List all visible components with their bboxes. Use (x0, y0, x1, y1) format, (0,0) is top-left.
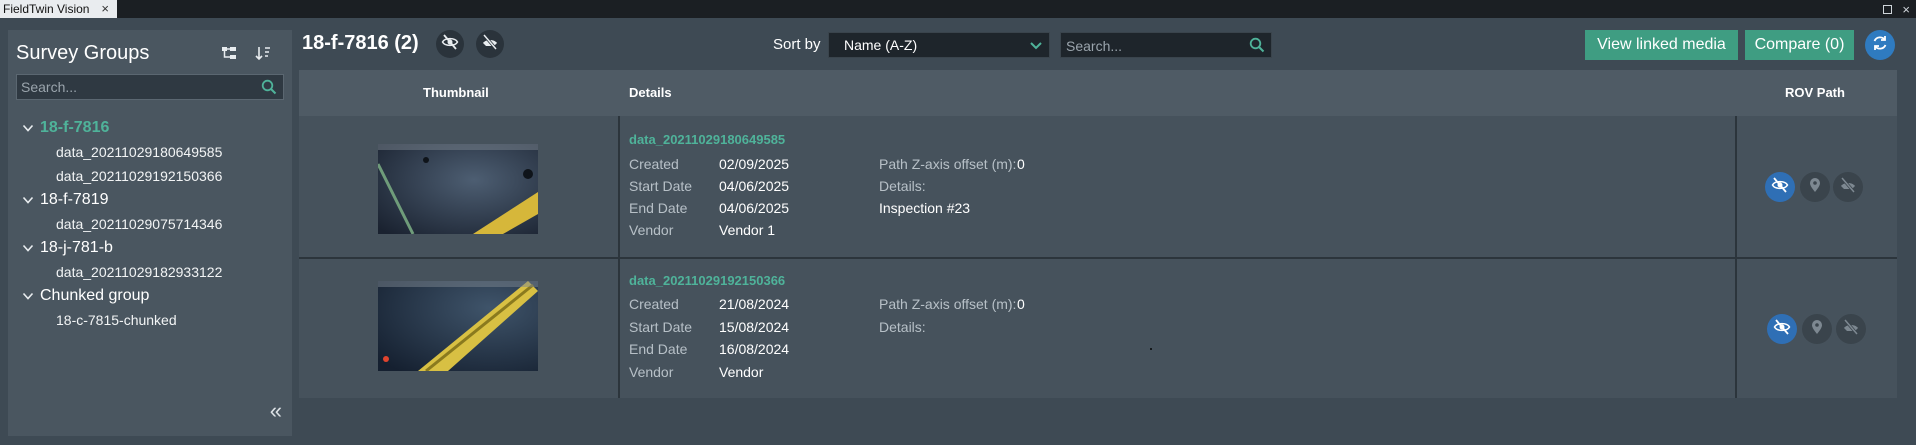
created-value: 21/08/2024 (719, 296, 790, 312)
title-bar: FieldTwin Vision × × (0, 0, 1916, 18)
maximize-icon[interactable] (1883, 4, 1893, 14)
details-value: Inspection #23 (879, 200, 971, 216)
chevron-down-icon[interactable] (16, 242, 40, 254)
created-label: Created (629, 156, 679, 172)
vendor-label: Vendor (629, 222, 674, 238)
path-off-icon (1842, 318, 1860, 341)
survey-group-label: 18-f-7819 (40, 191, 109, 208)
z-offset-value: 0 (1017, 156, 1025, 172)
view-linked-media-button[interactable]: View linked media (1585, 30, 1738, 60)
z-offset-label: Path Z-axis offset (m): (879, 156, 1017, 172)
sidebar-search (16, 74, 284, 100)
main-search (1060, 32, 1272, 58)
sidebar: Survey Groups 18-f-7816 data_202110291806… (8, 30, 292, 436)
end-date-label: End Date (629, 200, 688, 216)
sort-select[interactable]: Name (A-Z) (828, 32, 1050, 58)
rov-locate-button[interactable] (1800, 172, 1830, 202)
start-date-label: Start Date (629, 178, 693, 194)
main-search-input[interactable] (1066, 37, 1236, 55)
table-row[interactable]: data_20211029192150366 Created 21/08/202… (299, 259, 1897, 398)
location-pin-icon (1810, 319, 1824, 340)
survey-group[interactable]: 18-f-7816 (16, 116, 286, 140)
double-chevron-left-icon[interactable]: « (270, 398, 282, 424)
thumbnail-image[interactable] (376, 144, 538, 235)
column-details: Details (629, 85, 672, 100)
survey-group[interactable]: 18-f-7819 (16, 188, 286, 212)
rov-path-off-button[interactable] (1836, 314, 1866, 344)
z-offset-label: Path Z-axis offset (m): (879, 296, 1017, 312)
survey-group[interactable]: 18-j-781-b (16, 236, 286, 260)
rov-path-off-button[interactable] (1833, 172, 1863, 202)
eye-off-icon (1771, 176, 1789, 199)
survey-item[interactable]: data_20211029192150366 (16, 164, 286, 188)
path-off-icon (1839, 176, 1857, 199)
survey-group-label: Chunked group (40, 287, 150, 304)
refresh-button[interactable] (1865, 30, 1895, 60)
survey-item[interactable]: data_20211029182933122 (16, 260, 286, 284)
survey-group-label: 18-j-781-b (40, 239, 113, 256)
path-off-icon (481, 33, 499, 56)
z-offset-value: 0 (1017, 296, 1025, 312)
hide-all-button[interactable] (436, 30, 464, 58)
tab-close-icon[interactable]: × (101, 1, 109, 16)
end-date-label: End Date (629, 341, 688, 357)
eye-off-icon (1773, 318, 1791, 341)
sort-select-value: Name (A-Z) (844, 37, 918, 53)
end-date-value: 04/06/2025 (719, 200, 790, 216)
eye-off-icon (441, 33, 459, 56)
sort-icon[interactable] (254, 44, 272, 62)
rov-visibility-button[interactable] (1765, 172, 1795, 202)
survey-group[interactable]: Chunked group (16, 284, 286, 308)
hierarchy-icon[interactable] (220, 44, 238, 62)
compare-button[interactable]: Compare (0) (1745, 30, 1854, 60)
survey-name[interactable]: data_20211029192150366 (629, 273, 785, 288)
vendor-label: Vendor (629, 364, 674, 380)
start-date-value: 04/06/2025 (719, 178, 790, 194)
table-row[interactable]: data_20211029180649585 Created 02/09/202… (299, 116, 1897, 258)
survey-tree: 18-f-7816 data_20211029180649585 data_2021… (16, 116, 286, 332)
window-tab[interactable]: FieldTwin Vision × (0, 0, 117, 18)
hide-paths-button[interactable] (476, 30, 504, 58)
sidebar-title: Survey Groups (16, 42, 150, 64)
created-label: Created (629, 296, 679, 312)
start-date-value: 15/08/2024 (719, 319, 790, 335)
vendor-value: Vendor 1 (719, 222, 776, 238)
rov-visibility-button[interactable] (1767, 314, 1797, 344)
start-date-label: Start Date (629, 319, 693, 335)
chevron-down-icon[interactable] (16, 194, 40, 206)
thumbnail-image[interactable] (378, 281, 538, 373)
survey-item[interactable]: data_20211029180649585 (16, 140, 286, 164)
window-tab-title: FieldTwin Vision (3, 2, 90, 16)
vendor-value: Vendor (719, 364, 764, 380)
chevron-down-icon[interactable] (16, 290, 40, 302)
survey-name[interactable]: data_20211029180649585 (629, 132, 785, 147)
chevron-down-icon (1029, 38, 1043, 55)
search-icon[interactable] (261, 79, 277, 100)
survey-table: Thumbnail Details ROV Path data_20211029… (299, 70, 1897, 398)
end-date-value: 16/08/2024 (719, 341, 790, 357)
survey-item[interactable]: data_20211029075714346 (16, 212, 286, 236)
column-thumbnail: Thumbnail (423, 85, 489, 100)
details-label: Details: (879, 178, 926, 194)
sidebar-search-input[interactable] (21, 78, 251, 96)
page-title: 18-f-7816 (2) (302, 32, 419, 54)
details-label: Details: (879, 319, 926, 335)
column-rov-path: ROV Path (1785, 85, 1845, 100)
sort-label: Sort by (773, 36, 821, 53)
window-close-icon[interactable]: × (1902, 3, 1910, 16)
survey-item[interactable]: 18-c-7815-chunked (16, 308, 286, 332)
chevron-down-icon[interactable] (16, 122, 40, 134)
search-icon[interactable] (1249, 37, 1265, 58)
table-header: Thumbnail Details ROV Path (299, 70, 1897, 116)
rov-locate-button[interactable] (1802, 314, 1832, 344)
refresh-icon (1871, 34, 1889, 57)
created-value: 02/09/2025 (719, 156, 790, 172)
location-pin-icon (1808, 177, 1822, 198)
survey-group-label: 18-f-7816 (40, 119, 110, 136)
